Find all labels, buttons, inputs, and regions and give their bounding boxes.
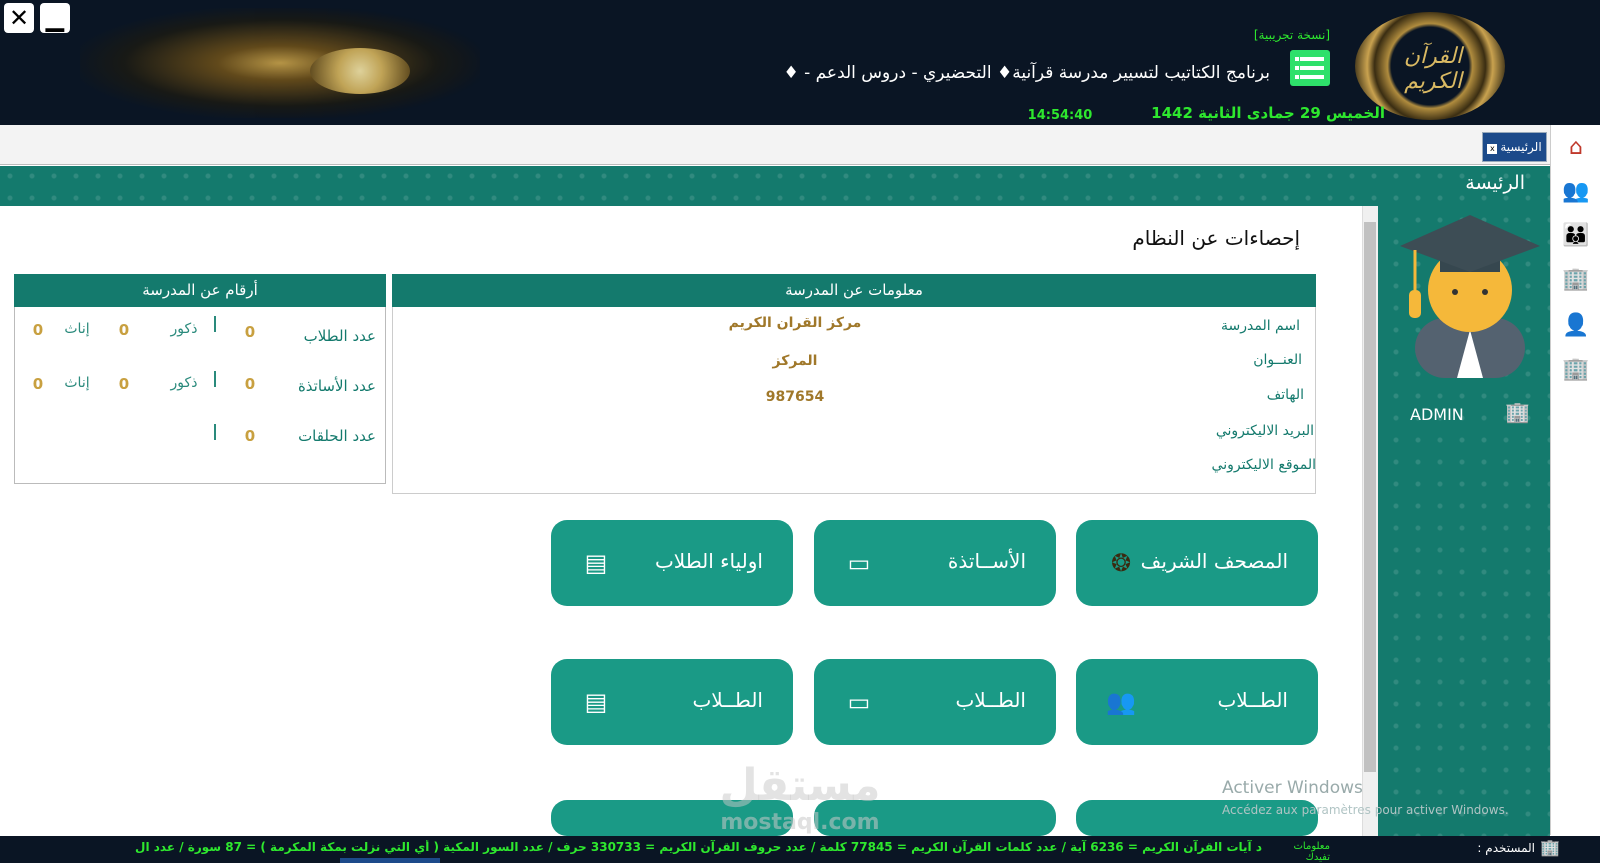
quran-icon: ❂ <box>1110 549 1132 577</box>
students-female-label: إناث <box>64 321 90 337</box>
ornament-center <box>310 48 410 94</box>
school-building-icon[interactable]: 🏢 <box>1561 355 1591 385</box>
add-user-icon[interactable]: 👤 <box>1561 311 1591 341</box>
ticker-indicator <box>340 858 440 863</box>
user-building-icon: 🏢 <box>1540 838 1560 857</box>
phone-label: الهاتف <box>1266 387 1304 403</box>
page-heading: الرئيسة <box>1465 172 1525 194</box>
hijri-date: الخميس 29 جمادى الثانية 1442 <box>1151 104 1385 122</box>
teachers-male-label: ذكور <box>170 375 198 391</box>
students-walking-icon: 👥 <box>1106 688 1136 716</box>
circles-count-label: عدد الحلقات <box>298 427 376 445</box>
circles-total: 0 <box>244 427 256 445</box>
current-user-label: المستخدم : <box>1477 841 1535 855</box>
trial-version-label: [نسخة تجريبية] <box>1253 28 1330 42</box>
teachers-count-label: عدد الأساتذة <box>297 377 376 395</box>
school-icon[interactable]: 🏢 <box>1505 400 1533 428</box>
students-male-label: ذكور <box>170 321 198 337</box>
separator <box>214 371 216 387</box>
separator <box>214 424 216 440</box>
students-button[interactable]: الطــلاب ▭ <box>814 659 1056 745</box>
home-icon[interactable]: ⌂ <box>1561 133 1591 163</box>
header-ornament <box>80 8 480 118</box>
teacher-board-icon: ▭ <box>847 688 871 716</box>
tab-home[interactable]: x الرئيسية <box>1482 132 1547 162</box>
brand-watermark-sub: mostaql.com <box>720 810 880 835</box>
address-label: العنــوان <box>1253 352 1302 368</box>
user-name: ADMIN <box>1410 405 1464 424</box>
tab-home-label: الرئيسية <box>1500 140 1542 154</box>
info-tag: معلومات تفيدك <box>1293 841 1330 863</box>
clock: 14:54:40 <box>1027 108 1093 123</box>
mushaf-button-label: المصحف الشريف <box>1140 549 1288 573</box>
presentation-icon: ▤ <box>584 688 608 716</box>
school-name-label: اسم المدرسة <box>1221 318 1300 334</box>
graduate-avatar-icon <box>1400 215 1540 378</box>
school-info-header: معلومات عن المدرسة <box>392 274 1316 307</box>
students-count-label: عدد الطلاب <box>303 327 376 345</box>
students-button[interactable]: الطــلاب ▤ <box>551 659 793 745</box>
teachers-total: 0 <box>244 375 256 393</box>
close-button[interactable]: ✕ <box>4 3 34 33</box>
activate-windows-subtitle: Accédez aux paramètres pour activer Wind… <box>1222 803 1509 817</box>
presentation-icon: ▤ <box>584 549 608 577</box>
students-button-label: الطــلاب <box>692 688 763 712</box>
info-ticker: د آيات القرآن الكريم = 6236 آية / عدد كل… <box>135 840 1262 854</box>
school-numbers-header: أرقام عن المدرسة <box>14 274 386 307</box>
teachers-group-icon[interactable]: 👪 <box>1561 221 1591 251</box>
icon-strip: ⌂ 👥 👪 🏢 👤 🏢 <box>1550 125 1600 835</box>
activate-windows-title: Activer Windows <box>1222 778 1363 798</box>
teachers-male: 0 <box>118 375 130 393</box>
school-name-value: مركز القران الكريم <box>728 315 862 331</box>
teachers-button-label: الأســاتذة <box>947 549 1026 573</box>
quran-logo-text: القرآن الكريم <box>1403 44 1463 94</box>
students-total: 0 <box>244 323 256 341</box>
parents-button-label: اولياء الطلاب <box>654 549 763 573</box>
separator <box>214 316 216 332</box>
scrollbar-thumb[interactable] <box>1364 222 1376 772</box>
students-button[interactable]: الطــلاب 👥 <box>1076 659 1318 745</box>
students-walking-icon[interactable]: 👥 <box>1561 177 1591 207</box>
phone-value: 987654 <box>765 389 825 405</box>
tab-bar <box>0 125 1550 165</box>
address-value: المركز <box>772 353 818 369</box>
mushaf-button[interactable]: المصحف الشريف ❂ <box>1076 520 1318 606</box>
brand-watermark: مستقل <box>719 760 881 811</box>
students-female: 0 <box>32 321 44 339</box>
teachers-female: 0 <box>32 375 44 393</box>
teachers-button[interactable]: الأســاتذة ▭ <box>814 520 1056 606</box>
students-male: 0 <box>118 321 130 339</box>
program-title: برنامج الكتاتيب لتسيير مدرسة قرآنية♦ الت… <box>783 63 1270 83</box>
menu-list-icon[interactable] <box>1290 50 1330 86</box>
website-label: الموقع الاليكتروني <box>1211 457 1316 473</box>
students-button-label: الطــلاب <box>1217 688 1288 712</box>
teachers-female-label: إناث <box>64 375 90 391</box>
email-label: البريد الاليكتروني <box>1215 423 1314 439</box>
parents-button[interactable]: اولياء الطلاب ▤ <box>551 520 793 606</box>
stats-title: إحصاءات عن النظام <box>1132 226 1300 250</box>
building-icon[interactable]: 🏢 <box>1561 265 1591 295</box>
minimize-button[interactable]: ▁ <box>40 3 70 33</box>
tab-close-icon[interactable]: x <box>1487 144 1498 154</box>
students-button-label: الطــلاب <box>955 688 1026 712</box>
teacher-board-icon: ▭ <box>847 549 871 577</box>
